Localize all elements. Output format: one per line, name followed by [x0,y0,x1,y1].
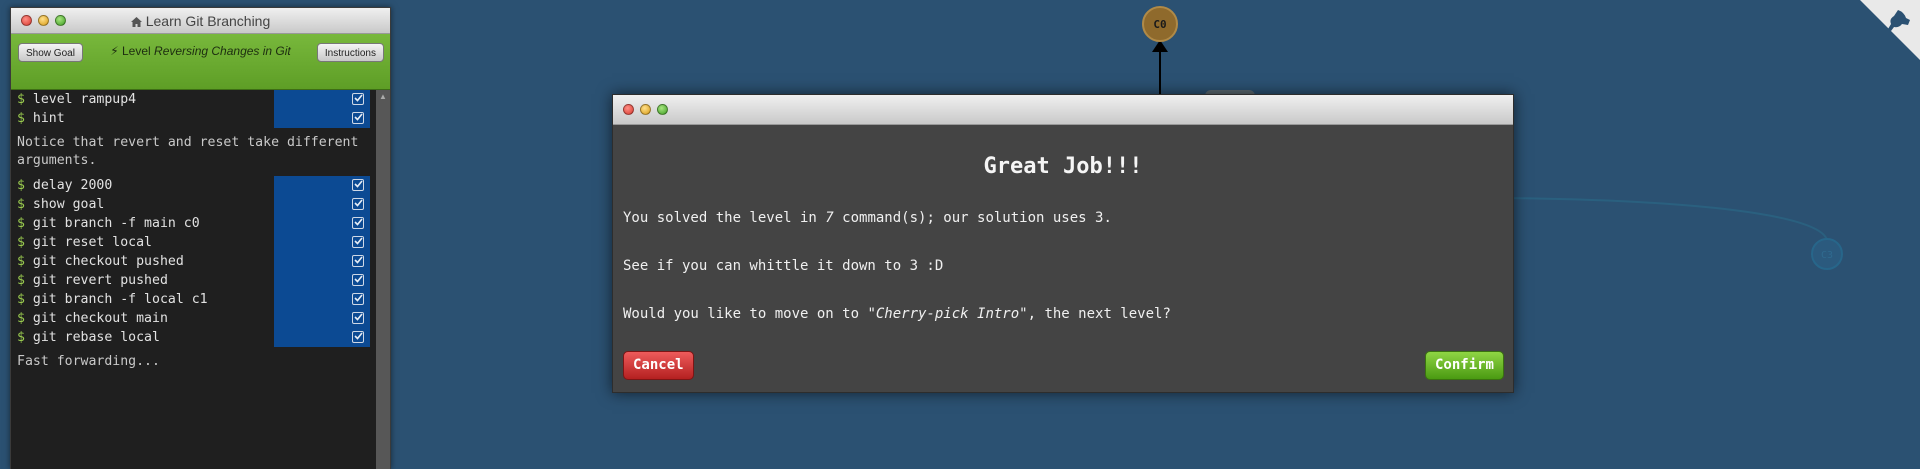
terminal-message: Notice that revert and reset take differ… [17,135,367,168]
command-text: git reset local [32,235,152,250]
terminal-window: Learn Git Branching Show Goal ⚡︎ Level R… [10,7,391,469]
command-row: $ git reset local [11,233,376,252]
prompt-symbol: $ [17,235,25,250]
command-status [274,290,370,309]
level-toolbar: Show Goal ⚡︎ Level Reversing Changes in … [11,34,390,90]
checkbox-checked-icon [352,274,364,286]
checkbox-checked-icon [352,331,364,343]
command-row: $ hint [11,109,376,128]
command-row: $ git revert pushed [11,271,376,290]
command-row: $ git checkout pushed [11,252,376,271]
faded-edge [1499,197,1828,241]
dialog-close-button[interactable] [623,104,634,115]
home-icon [130,17,142,27]
command-text: level rampup4 [32,92,137,107]
command-status [274,233,370,252]
command-row: $ git checkout main [11,309,376,328]
checkbox-checked-icon [352,236,364,248]
prompt-symbol: $ [17,330,25,345]
commit-faded-label: C3 [1821,250,1833,261]
confirm-button[interactable]: Confirm [1424,351,1504,380]
dialog-result-line: You solved the level in 7 command(s); ou… [623,210,1112,226]
terminal-output: $ level rampup4 $ hint Notice that revert… [11,90,376,469]
window-titlebar: Learn Git Branching [11,8,390,34]
command-status [274,309,370,328]
scroll-up-icon[interactable]: ▲ [376,92,390,101]
command-text: show goal [32,197,105,212]
command-status [274,176,370,195]
command-count: 7 [825,210,834,226]
prompt-symbol: $ [17,311,25,326]
show-goal-button[interactable]: Show Goal [18,43,83,62]
terminal-scrollbar[interactable]: ▲ [376,90,390,469]
cancel-button[interactable]: Cancel [623,351,694,380]
checkbox-checked-icon [352,112,364,124]
command-text: git revert pushed [32,273,168,288]
checkbox-checked-icon [352,93,364,105]
window-title: Learn Git Branching [11,13,390,29]
command-row: $ delay 2000 [11,176,376,195]
command-row: $ git branch -f main c0 [11,214,376,233]
bolt-icon: ⚡︎ [110,44,119,58]
command-row: $ git branch -f local c1 [11,290,376,309]
command-row: $ show goal [11,195,376,214]
checkbox-checked-icon [352,255,364,267]
dialog-next-level-line: Would you like to move on to "Cherry-pic… [623,306,1171,322]
command-status [274,214,370,233]
level-name: Reversing Changes in Git [154,44,291,58]
prompt-symbol: $ [17,216,25,231]
commit-c0-label: C0 [1153,18,1166,31]
command-text: git branch -f local c1 [32,292,208,307]
prompt-symbol: $ [17,92,25,107]
command-status [274,109,370,128]
dialog-hint-line: See if you can whittle it down to 3 :D [623,258,944,274]
command-text: git checkout pushed [32,254,184,269]
command-status [274,328,370,347]
checkbox-checked-icon [352,198,364,210]
command-row: $ git rebase local [11,328,376,347]
window-title-text: Learn Git Branching [145,13,271,29]
dialog-window-controls [623,104,668,115]
command-text: delay 2000 [32,178,113,193]
checkbox-checked-icon [352,312,364,324]
prompt-symbol: $ [17,254,25,269]
command-row: $ level rampup4 [11,90,376,109]
checkbox-checked-icon [352,217,364,229]
github-corner-icon[interactable] [1860,0,1920,60]
prompt-symbol: $ [17,111,25,126]
checkbox-checked-icon [352,293,364,305]
prompt-symbol: $ [17,273,25,288]
command-text: git checkout main [32,311,168,326]
command-text: git rebase local [32,330,160,345]
prompt-symbol: $ [17,197,25,212]
command-text: hint [32,111,65,126]
level-complete-dialog: Great Job!!! You solved the level in 7 c… [612,94,1514,393]
command-text: git branch -f main c0 [32,216,200,231]
dialog-titlebar [613,95,1513,125]
prompt-symbol: $ [17,292,25,307]
next-level-name: "Cherry-pick Intro" [867,306,1028,322]
command-status [274,271,370,290]
checkbox-checked-icon [352,179,364,191]
level-title: ⚡︎ Level Reversing Changes in Git [106,44,295,59]
command-status [274,90,370,109]
level-prefix: Level [122,44,151,58]
command-group: $ delay 2000 $ show goal $ git branch -f m… [11,176,376,347]
dialog-title: Great Job!!! [983,154,1143,179]
command-status [274,195,370,214]
dialog-maximize-button[interactable] [657,104,668,115]
instructions-button[interactable]: Instructions [316,43,384,62]
terminal-message: Fast forwarding... [17,354,160,369]
command-group: $ level rampup4 $ hint [11,90,376,128]
prompt-symbol: $ [17,178,25,193]
command-status [274,252,370,271]
dialog-minimize-button[interactable] [640,104,651,115]
